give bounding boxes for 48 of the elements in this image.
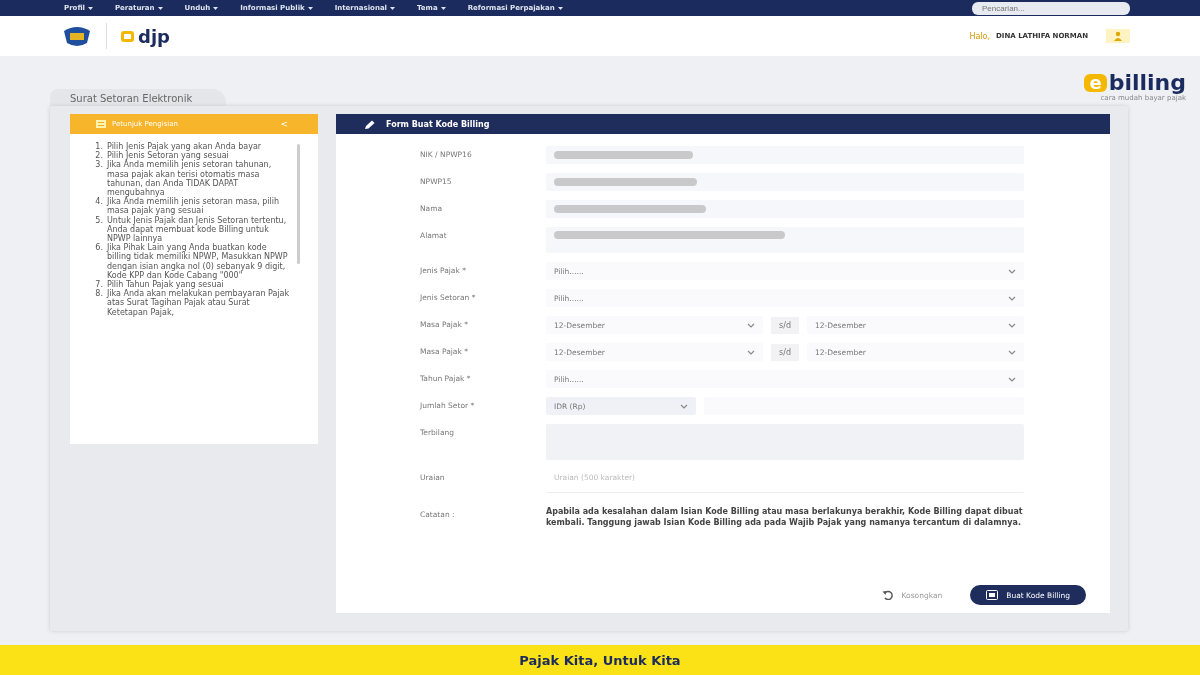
- step-text: Untuk Jenis Pajak dan Jenis Setoran tertentu, Anda dapat membuat kode Billing untuk NPWP lainnya: [107, 215, 288, 244]
- step-number: 4.: [94, 197, 103, 209]
- chevron-icon: [747, 349, 756, 355]
- caret-icon: [157, 6, 163, 10]
- brand-e-mark: e: [1084, 74, 1107, 92]
- step-number: 6.: [94, 243, 103, 255]
- chevron-icon: [1008, 376, 1016, 382]
- caret-icon: [213, 6, 219, 10]
- emblem-icon: [62, 25, 92, 47]
- form-title: Form Buat Kode Billing: [386, 119, 490, 129]
- note-text: Apabila ada kesalahan dalam Isian Kode Billing atau masa berlakunya berakhir, Kode Billing dapat dibuat kembali. Tanggung jawab Isian Kode Billing ada pada Wajib Pajak yang namanya tercantum di dalamnya.: [546, 506, 1024, 528]
- step-number: 2.: [94, 151, 103, 161]
- step-text: Jika Anda memilih jenis setoran masa, pilih masa pajak yang sesuai: [107, 197, 280, 216]
- step-text: Pilih Tahun Pajak yang sesuai: [107, 280, 224, 290]
- caret-icon: [557, 6, 563, 10]
- footer-slogan: Pajak Kita, Untuk Kita: [519, 652, 681, 668]
- list-icon: [96, 120, 106, 128]
- brand-name: billing: [1108, 72, 1186, 94]
- step-number: 3.: [94, 160, 103, 172]
- user-icon[interactable]: [1106, 29, 1130, 43]
- chevron-icon: [680, 403, 688, 409]
- chevron-icon: [1008, 295, 1016, 301]
- greeting-text: Halo,: [969, 31, 990, 41]
- chevron-icon: [747, 322, 756, 328]
- step-number: 5.: [94, 215, 103, 227]
- caret-icon: [307, 6, 313, 10]
- range-separator: s/d: [771, 316, 799, 334]
- page-tab[interactable]: Surat Setoran Elektronik: [50, 89, 227, 108]
- step-text: Jika Anda akan melakukan pembayaran Pajak atas Surat Tagihan Pajak atau Surat Ketetapan Pajak,: [107, 289, 291, 317]
- chevron-icon: [1008, 268, 1016, 274]
- chevron-icon: [1008, 349, 1016, 355]
- search-field[interactable]: Pencarian...: [972, 1, 1130, 15]
- step-text: Pilih Jenis Setoran yang sesuai: [107, 151, 229, 161]
- logo-mark-icon: [121, 30, 134, 42]
- step-text: Pilih Jenis Pajak yang akan Anda bayar: [107, 142, 262, 152]
- caret-icon: [88, 6, 93, 10]
- range-separator: s/d: [771, 343, 799, 361]
- chevron-icon: [1008, 322, 1016, 328]
- step-number: 8.: [94, 289, 103, 301]
- caret-icon: [390, 6, 395, 10]
- step-number: 1.: [94, 142, 103, 151]
- step-text: Jika Anda memilih jenis setoran tahunan, masa pajak akan terisi otomatis masa tahunan, dan Anda TIDAK DAPAT mengubahnya: [107, 160, 272, 198]
- undo-icon: [881, 590, 894, 600]
- step-text: Jika Pihak Lain yang Anda buatkan kode billing tidak memiliki NPWP, Masukkan NPWP dengan isian angka nol (0) sebanyak 9 digit, Kode KPP dan Kode Cabang "000": [107, 243, 289, 280]
- caret-icon: [440, 6, 446, 10]
- step-number: 7.: [94, 280, 103, 290]
- scrollbar[interactable]: [297, 144, 300, 264]
- logo-text: djp: [138, 25, 170, 47]
